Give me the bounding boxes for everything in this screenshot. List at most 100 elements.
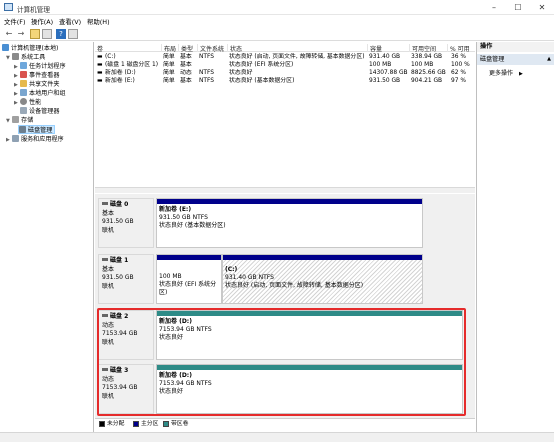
maximize-icon[interactable]: ☐ [506,0,530,15]
volume-icon: ▬ [97,70,103,76]
help-icon[interactable]: ? [56,29,66,39]
table-row[interactable]: ▬ 新加卷 (E:) 简单 基本 NTFS 状态良好 (基本数据分区) 931.… [95,77,475,85]
tree-performance[interactable]: ▶ 性能 [14,98,41,107]
vertical-scrollbar[interactable] [468,194,474,376]
tree-disk-management[interactable]: 磁盘管理 [18,125,56,134]
tree-event-viewer[interactable]: ▶ 事件查看器 [14,71,59,80]
tree-local-users[interactable]: ▶ 本地用户和组 [14,89,66,98]
folder-up-icon[interactable] [30,29,40,39]
cell-percent-free: 100 % [451,62,470,68]
cell-free-space: 100 MB [411,62,434,68]
actions-section[interactable]: 磁盘管理 ▲ [477,54,554,65]
horizontal-scrollbar[interactable] [95,187,475,193]
volume-icon: ▬ [97,78,103,84]
storage-icon [12,116,19,123]
menu-bar: 文件(F) 操作(A) 查看(V) 帮助(H) [0,15,554,27]
cell-volume: (磁盘 1 磁盘分区 1) [105,62,159,68]
tree-system-tools[interactable]: ▼ 系统工具 [6,53,45,62]
col-capacity[interactable]: 容量 [367,44,382,53]
partition-c[interactable]: (C:) 931.40 GB NTFS 状态良好 (启动, 页面文件, 故障转储… [222,254,423,304]
volume-table-header: 卷 布局 类型 文件系统 状态 容量 可用空间 % 可用 [95,42,475,53]
tree-shared-folders[interactable]: ▶ 共享文件夹 [14,80,59,89]
cell-status: 状态良好 (EFI 系统分区) [229,62,294,68]
legend-striped: 带区卷 [171,421,189,427]
title-bar: 计算机管理 – ☐ ✕ [0,0,554,15]
tree-task-scheduler[interactable]: ▶ 任务计划程序 [14,62,66,71]
menu-action[interactable]: 操作(A) [31,17,53,26]
tree-device-manager[interactable]: 设备管理器 [20,107,59,116]
col-layout[interactable]: 布局 [161,44,176,53]
chevron-right-icon: ▶ [519,71,523,77]
volume-table: 卷 布局 类型 文件系统 状态 容量 可用空间 % 可用 ▬ (C:) 简单 基… [95,42,475,182]
cell-filesystem: NTFS [199,54,215,60]
cell-type: 基本 [180,62,192,68]
cell-volume: 新加卷 (D:) [105,70,136,76]
tree-services-apps[interactable]: ▶ 服务和应用程序 [6,135,64,144]
cell-volume: 新加卷 (E:) [105,78,135,84]
console-tree: 计算机管理(本地) ▼ 系统工具 ▶ 任务计划程序 ▶ 事件查看器 ▶ 共享文件夹 ▶ 本… [0,42,94,432]
disk-icon [102,314,108,317]
forward-icon[interactable]: → [16,29,26,39]
legend-primary: 主分区 [141,421,159,427]
cell-capacity: 931.40 GB [369,54,401,60]
cell-status: 状态良好 (基本数据分区) [229,78,295,84]
back-icon[interactable]: ← [4,29,14,39]
cell-volume: (C:) [105,54,116,60]
col-percent-free[interactable]: % 可用 [447,44,470,53]
shared-folder-icon [20,80,27,87]
table-row[interactable]: ▬ (C:) 简单 基本 NTFS 状态良好 (启动, 页面文件, 故障转储, … [95,53,475,61]
cell-layout: 简单 [163,54,175,60]
more-actions[interactable]: 更多操作 ▶ [489,68,523,77]
col-free-space[interactable]: 可用空间 [409,44,436,53]
disk-1-label[interactable]: 磁盘 1 基本 931.50 GB 联机 [98,254,154,304]
col-status[interactable]: 状态 [227,44,242,53]
partition-e[interactable]: 新加卷 (E:) 931.50 GB NTFS 状态良好 (基本数据分区) [156,198,423,248]
computer-management-icon [4,3,13,11]
cell-status: 状态良好 [229,70,253,76]
cell-capacity: 14307.88 GB [369,70,408,76]
cell-type: 基本 [180,78,192,84]
status-bar [0,432,554,442]
cell-free-space: 904.21 GB [411,78,443,84]
tree-root[interactable]: 计算机管理(本地) [2,44,58,53]
window-title: 计算机管理 [17,6,50,14]
cell-layout: 简单 [163,70,175,76]
disk-map: 磁盘 0 基本 931.50 GB 联机 新加卷 (E:) 931.50 GB … [95,194,475,418]
volume-icon: ▬ [97,62,103,68]
chevron-up-icon[interactable]: ▲ [547,54,551,65]
services-icon [12,135,19,142]
event-log-icon [20,71,27,78]
table-row[interactable]: ▬ 新加卷 (D:) 简单 动态 NTFS 状态良好 14307.88 GB 8… [95,69,475,77]
actions-header: 操作 [477,42,554,52]
partition-d-disk3[interactable]: 新加卷 (D:) 7153.94 GB NTFS 状态良好 [156,364,463,414]
tree-storage[interactable]: ▼ 存储 [6,116,33,125]
partition-d-disk2[interactable]: 新加卷 (D:) 7153.94 GB NTFS 状态良好 [156,310,463,360]
legend-striped-swatch [163,421,169,427]
cell-capacity: 931.50 GB [369,78,401,84]
col-filesystem[interactable]: 文件系统 [197,44,224,53]
col-volume[interactable]: 卷 [95,44,103,53]
disk-0-label[interactable]: 磁盘 0 基本 931.50 GB 联机 [98,198,154,248]
cell-free-space: 338.94 GB [411,54,443,60]
performance-icon [20,98,27,105]
legend-unallocated: 未分配 [107,421,125,427]
cell-layout: 简单 [163,62,175,68]
minimize-icon[interactable]: – [482,0,506,15]
disk-2-label[interactable]: 磁盘 2 动态 7153.94 GB 联机 [98,310,154,360]
partition-efi[interactable]: 100 MB 状态良好 (EFI 系统分区) [156,254,222,304]
menu-file[interactable]: 文件(F) [4,17,25,26]
disk-icon [102,368,108,371]
table-row[interactable]: ▬ (磁盘 1 磁盘分区 1) 简单 基本 状态良好 (EFI 系统分区) 10… [95,61,475,69]
disk-icon [102,258,108,261]
col-type[interactable]: 类型 [178,44,193,53]
actions-pane: 操作 磁盘管理 ▲ 更多操作 ▶ [476,42,554,432]
users-icon [20,89,27,96]
properties-icon[interactable] [68,29,78,39]
disk-3-label[interactable]: 磁盘 3 动态 7153.94 GB 联机 [98,364,154,414]
cell-percent-free: 97 % [451,78,466,84]
menu-help[interactable]: 帮助(H) [87,17,110,26]
close-icon[interactable]: ✕ [530,0,554,15]
device-manager-icon [20,107,27,114]
show-hide-tree-icon[interactable] [42,29,52,39]
menu-view[interactable]: 查看(V) [59,17,81,26]
